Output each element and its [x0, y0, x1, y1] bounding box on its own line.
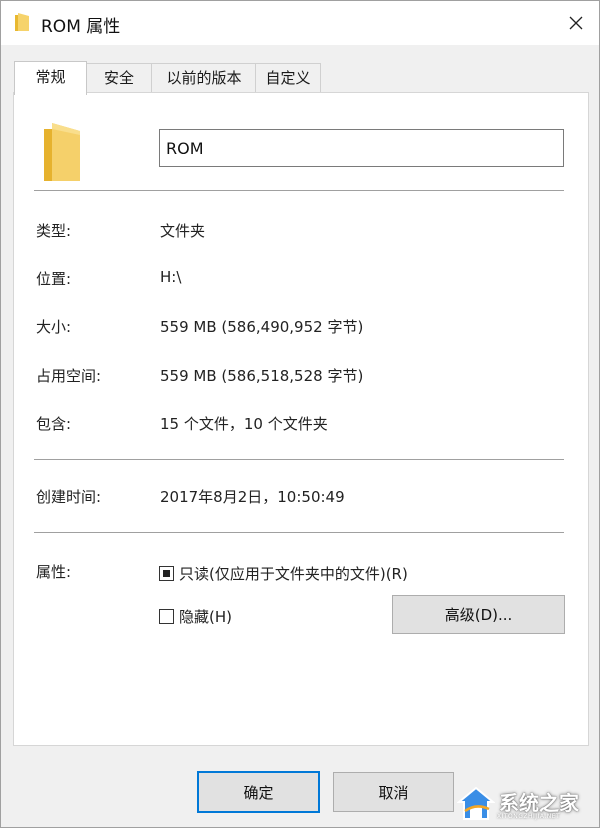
close-icon [569, 16, 583, 30]
readonly-checkbox[interactable] [159, 566, 174, 581]
readonly-label: 只读(仅应用于文件夹中的文件)(R) [179, 565, 408, 583]
readonly-checkbox-row[interactable]: 只读(仅应用于文件夹中的文件)(R) [159, 563, 408, 584]
general-panel: 类型: 文件夹 位置: H:\ 大小: 559 MB (586,490,952 … [13, 92, 589, 746]
watermark: 系统之家 XITONGZHIJIA.NET [453, 781, 593, 827]
window-title: ROM 属性 [41, 17, 121, 37]
watermark-text: 系统之家 [499, 791, 579, 815]
type-value: 文件夹 [160, 222, 206, 240]
hidden-checkbox[interactable] [159, 609, 174, 624]
folder-name-input[interactable] [159, 129, 564, 167]
advanced-button[interactable]: 高级(D)... [392, 595, 565, 634]
location-value: H:\ [160, 268, 182, 286]
ok-button[interactable]: 确定 [197, 771, 320, 813]
house-logo-icon [457, 786, 495, 820]
hidden-checkbox-row[interactable]: 隐藏(H) [159, 606, 232, 627]
attributes-label: 属性: [36, 563, 72, 581]
size-on-disk-value: 559 MB (586,518,528 字节) [160, 367, 364, 385]
created-value: 2017年8月2日，10:50:49 [160, 488, 345, 506]
divider [34, 459, 564, 460]
type-label: 类型: [36, 222, 72, 240]
cancel-button[interactable]: 取消 [333, 772, 454, 812]
watermark-url: XITONGZHIJIA.NET [497, 813, 561, 820]
hidden-label: 隐藏(H) [179, 608, 232, 626]
tab-previous-versions[interactable]: 以前的版本 [151, 63, 257, 92]
folder-small-icon [15, 13, 29, 31]
properties-window: ROM 属性 常规 安全 以前的版本 自定义 类型: 文件夹 位置: H:\ 大… [0, 0, 600, 828]
close-button[interactable] [553, 1, 599, 45]
size-on-disk-label: 占用空间: [36, 367, 102, 385]
size-label: 大小: [36, 318, 72, 336]
created-label: 创建时间: [36, 488, 102, 506]
tab-general[interactable]: 常规 [14, 61, 87, 95]
location-label: 位置: [36, 270, 72, 288]
divider [34, 532, 564, 533]
title-bar: ROM 属性 [1, 1, 599, 45]
contains-value: 15 个文件，10 个文件夹 [160, 415, 328, 433]
tab-security[interactable]: 安全 [85, 63, 153, 92]
tab-customize[interactable]: 自定义 [255, 63, 321, 92]
folder-icon [44, 123, 80, 181]
divider [34, 190, 564, 191]
size-value: 559 MB (586,490,952 字节) [160, 318, 364, 336]
contains-label: 包含: [36, 415, 72, 433]
